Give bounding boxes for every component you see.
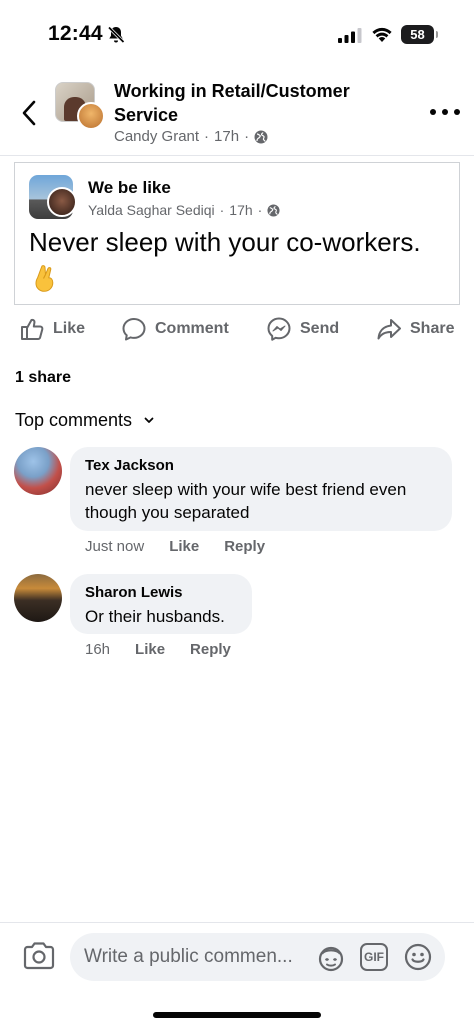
comment-actions: Just now Like Reply xyxy=(85,538,290,555)
chevron-left-icon xyxy=(22,100,36,126)
dot xyxy=(430,109,436,115)
post-time[interactable]: 17h xyxy=(214,128,239,145)
comment-like-button[interactable]: Like xyxy=(135,641,165,658)
comment-actions: 16h Like Reply xyxy=(85,641,256,658)
avatar-sticker-icon[interactable] xyxy=(316,943,346,973)
commenter-avatar[interactable] xyxy=(14,574,62,622)
shared-post-title[interactable]: We be like xyxy=(88,178,171,198)
commenter-name[interactable]: Tex Jackson xyxy=(85,457,437,475)
like-button[interactable]: Like xyxy=(19,316,85,342)
wifi-icon xyxy=(372,27,392,42)
status-time: 12:44 xyxy=(48,22,103,45)
comment-time: 16h xyxy=(85,641,111,658)
shared-post-body: Never sleep with your co-workers. xyxy=(29,227,421,257)
comment-reply-button[interactable]: Reply xyxy=(190,641,231,658)
shared-post-avatar[interactable] xyxy=(29,175,77,221)
post-header: Working in Retail/Customer Service Candy… xyxy=(0,70,474,156)
more-options-button[interactable] xyxy=(430,104,460,120)
comment-composer: GIF xyxy=(0,922,474,1028)
meta-dot: · xyxy=(244,128,250,145)
group-avatar[interactable] xyxy=(55,82,105,132)
comment-button[interactable]: Comment xyxy=(121,316,229,342)
shared-post-meta: Yalda Saghar Sediqi · 17h · xyxy=(88,202,280,218)
cellular-signal-icon xyxy=(338,28,362,43)
comments-filter-label: Top comments xyxy=(15,410,133,430)
comments-filter-dropdown[interactable]: Top comments xyxy=(15,410,154,431)
comment-input-container[interactable]: GIF xyxy=(70,933,445,981)
comment-label: Comment xyxy=(155,320,229,337)
crossed-fingers-emoji-icon xyxy=(35,265,54,292)
globe-icon xyxy=(254,130,268,143)
back-button[interactable] xyxy=(14,96,44,130)
comment-input[interactable] xyxy=(84,944,308,970)
dot xyxy=(454,109,460,115)
comment-text: never sleep with your wife best friend e… xyxy=(85,480,407,522)
send-button[interactable]: Send xyxy=(266,316,339,342)
thumbs-up-icon xyxy=(21,318,44,340)
post-meta: Candy Grant · 17h · xyxy=(114,128,268,145)
shares-count[interactable]: 1 share xyxy=(15,369,71,387)
shared-post-author[interactable]: Yalda Saghar Sediqi xyxy=(88,202,215,218)
comment-bubble-icon xyxy=(122,318,146,341)
group-name[interactable]: Working in Retail/Customer Service xyxy=(114,79,394,127)
post-actions-bar: Like Comment Send Share xyxy=(0,312,474,348)
author-avatar xyxy=(47,187,77,217)
comment-bubble: Tex Jackson never sleep with your wife b… xyxy=(70,447,452,531)
gif-icon[interactable]: GIF xyxy=(360,943,388,971)
send-label: Send xyxy=(300,320,340,337)
commenter-avatar[interactable] xyxy=(14,447,62,495)
bell-slash-icon xyxy=(107,26,125,44)
author-name[interactable]: Candy Grant xyxy=(114,128,199,145)
emoji-icon[interactable] xyxy=(403,942,433,972)
messenger-icon xyxy=(267,317,291,341)
share-label: Share xyxy=(410,320,455,337)
home-indicator xyxy=(153,1012,321,1018)
share-arrow-icon xyxy=(377,319,401,340)
commenter-name[interactable]: Sharon Lewis xyxy=(85,584,237,602)
share-button[interactable]: Share xyxy=(376,316,454,342)
like-label: Like xyxy=(53,320,86,337)
shared-post-card[interactable]: We be like Yalda Saghar Sediqi · 17h · N… xyxy=(14,162,460,305)
shared-post-time[interactable]: 17h xyxy=(229,202,252,218)
dot xyxy=(442,109,448,115)
comment-reply-button[interactable]: Reply xyxy=(224,538,265,555)
chevron-down-icon xyxy=(144,417,154,423)
meta-dot: · xyxy=(219,202,225,218)
author-avatar xyxy=(77,102,105,130)
globe-icon xyxy=(267,203,280,217)
comment-like-button[interactable]: Like xyxy=(169,538,199,555)
comment-time: Just now xyxy=(85,538,145,555)
battery-indicator: 58 xyxy=(401,25,438,44)
comment-text: Or their husbands. xyxy=(85,607,225,626)
camera-icon[interactable] xyxy=(22,941,56,971)
meta-dot: · xyxy=(257,202,263,218)
status-bar: 12:44 58 xyxy=(0,0,474,70)
comment-bubble: Sharon Lewis Or their husbands. xyxy=(70,574,252,634)
meta-dot: · xyxy=(204,128,210,145)
